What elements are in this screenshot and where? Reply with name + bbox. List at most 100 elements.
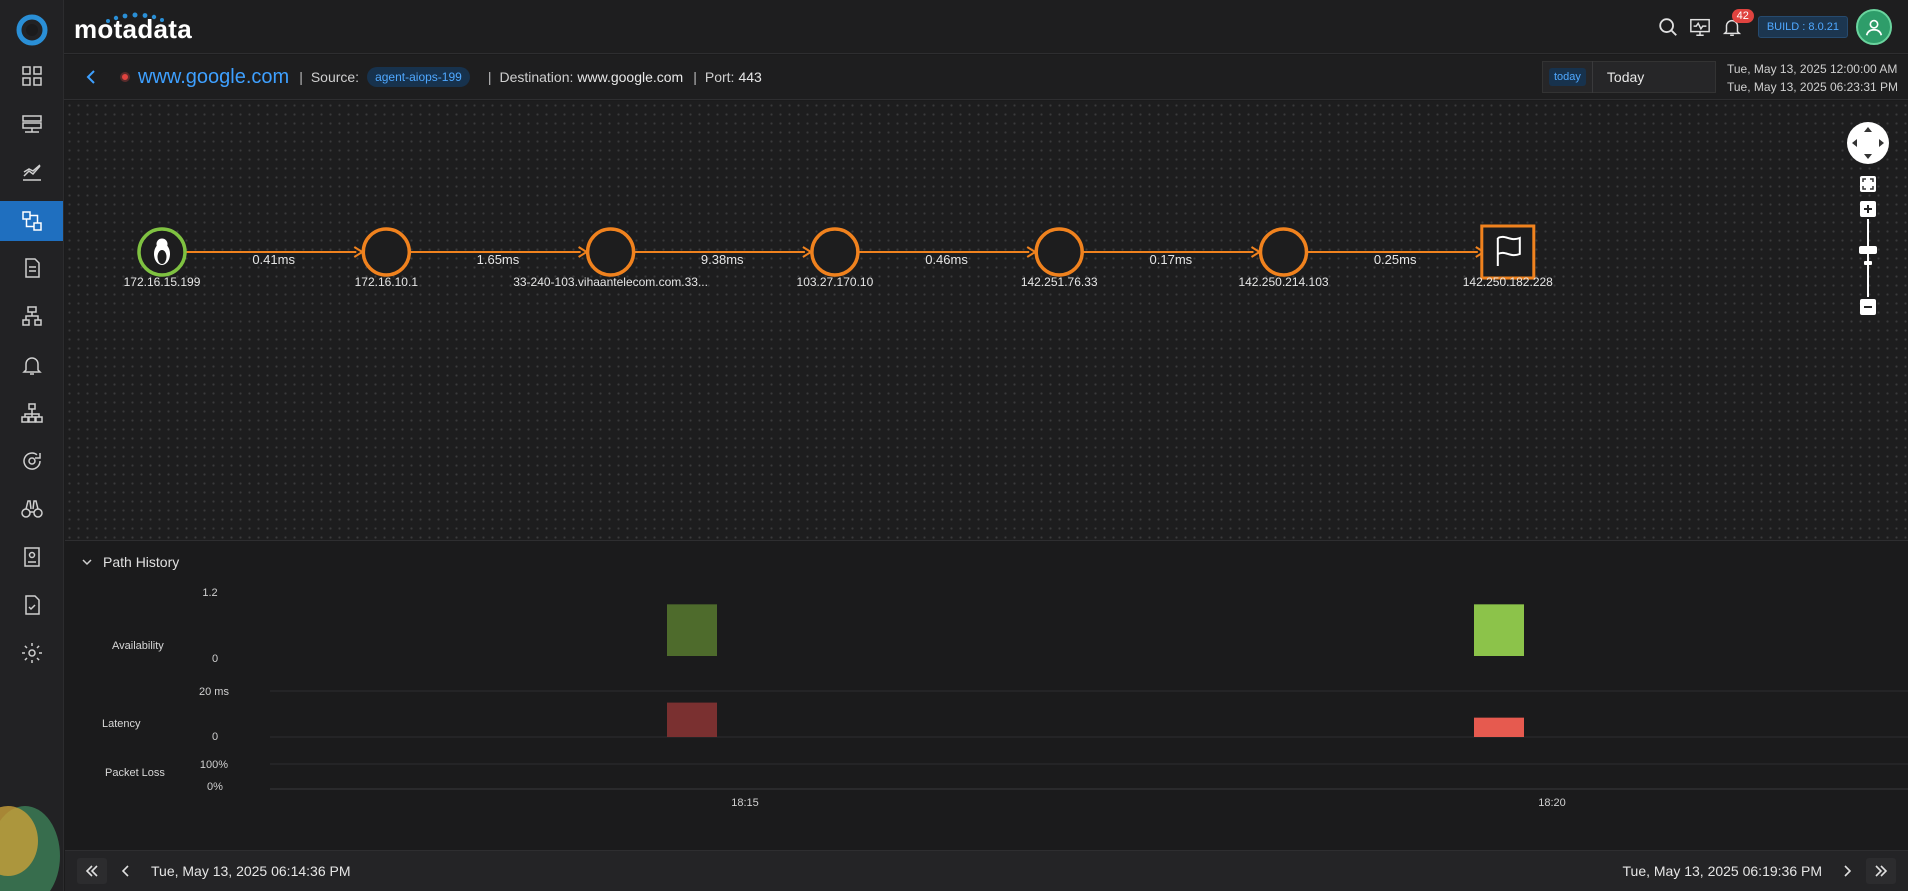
previous-button[interactable] (111, 858, 141, 884)
hop-node-hop[interactable] (1034, 227, 1084, 277)
source-agent-pill[interactable]: agent-aiops-199 (367, 67, 470, 87)
separator: | (693, 69, 697, 85)
topology-icon (21, 403, 43, 423)
chevron-left-icon (121, 865, 129, 877)
sidebar-item-metrics[interactable] (0, 152, 63, 192)
sidebar-item-settings[interactable] (0, 633, 63, 673)
path-topology-canvas[interactable]: 0.41ms 1.65ms 9.38ms 0.46ms 0.17ms 0.25ms 172.… (65, 101, 1908, 541)
timeline-start-time: Tue, May 13, 2025 06:14:36 PM (151, 863, 351, 879)
build-badge: BUILD : 8.0.21 (1757, 16, 1848, 38)
row-label-packet-loss: Packet Loss (105, 767, 165, 779)
hop-node-ring (1034, 227, 1084, 277)
checklist-icon (25, 595, 40, 615)
double-chevron-right-icon (1875, 865, 1888, 877)
loss-axis-min: 0% (207, 781, 223, 793)
time-range-values: Tue, May 13, 2025 12:00:00 AM Tue, May 1… (1727, 60, 1898, 96)
latency-bar[interactable] (1474, 717, 1524, 737)
user-avatar[interactable] (1856, 9, 1892, 45)
separator: | (299, 69, 303, 85)
zoom-track (1867, 219, 1869, 297)
sidebar-item-inventory[interactable] (0, 104, 63, 144)
report-icon (24, 547, 40, 567)
path-info-bar: www.google.com | Source: agent-aiops-199… (64, 55, 1908, 100)
header-actions: 42 BUILD : 8.0.21 (1652, 0, 1908, 54)
timeline-footer: Tue, May 13, 2025 06:14:36 PM Tue, May 1… (65, 850, 1908, 891)
path-history-chart: Availability Latency Packet Loss 1.2 0 2… (102, 587, 1908, 809)
hop-node-hop[interactable] (1258, 227, 1309, 277)
link-latency-label: 0.17ms (1150, 252, 1193, 267)
path-host-title: www.google.com (138, 65, 290, 88)
app-logo-icon[interactable] (16, 14, 48, 46)
sidebar-item-logs[interactable] (0, 248, 63, 288)
back-chevron-icon[interactable] (84, 69, 100, 85)
x-tick-1820: 18:20 (1538, 797, 1566, 809)
availability-bar[interactable] (667, 604, 717, 656)
sidebar-item-dashboard[interactable] (0, 56, 63, 96)
zoom-in-button[interactable] (1860, 201, 1876, 217)
history-bars (667, 604, 1524, 737)
notification-count-badge: 42 (1731, 9, 1754, 23)
fit-view-button[interactable] (1860, 176, 1876, 192)
sidebar-item-flow[interactable] (0, 296, 63, 336)
bell-icon (22, 357, 42, 375)
divider (1591, 61, 1593, 93)
notifications-button[interactable]: 42 (1716, 9, 1754, 43)
hop-node-hop[interactable] (585, 227, 636, 277)
zoom-controls (1847, 122, 1889, 315)
sidebar-item-reports[interactable] (0, 537, 63, 577)
sidebar-item-audit[interactable] (0, 585, 63, 625)
hop-node-ring (1258, 227, 1309, 277)
latency-bar[interactable] (667, 702, 717, 737)
row-label-latency: Latency (102, 718, 141, 730)
pan-control[interactable] (1847, 122, 1889, 164)
hop-ip-label: 172.16.15.199 (124, 275, 201, 289)
timeline-end-time: Tue, May 13, 2025 06:19:36 PM (1622, 863, 1823, 879)
linux-penguin-icon-belly (157, 250, 167, 264)
jump-last-button[interactable] (1866, 858, 1896, 884)
time-range-selector[interactable]: today Today (1542, 61, 1716, 93)
zoom-out-button[interactable] (1860, 299, 1876, 315)
sidebar-item-explorer[interactable] (0, 489, 63, 529)
double-chevron-left-icon (85, 865, 98, 877)
hop-node-destination[interactable] (1480, 224, 1536, 280)
link-latency-label: 0.25ms (1374, 252, 1417, 267)
latency-axis-min: 0 (212, 731, 218, 743)
hop-node-source[interactable] (137, 227, 187, 277)
link-latency-label: 0.41ms (252, 252, 295, 267)
zoom-slider-handle[interactable] (1859, 246, 1877, 254)
jump-first-button[interactable] (77, 858, 107, 884)
sidebar-item-alerts[interactable] (0, 345, 63, 385)
hop-node-ring (585, 227, 636, 277)
time-range-start: Tue, May 13, 2025 12:00:00 AM (1727, 62, 1898, 76)
port-label: Port: (704, 69, 735, 85)
hop-ip-label: 172.16.10.1 (355, 275, 419, 289)
brand-logo[interactable]: motadata (74, 12, 192, 45)
next-button[interactable] (1832, 858, 1862, 884)
link-latency-label: 1.65ms (477, 252, 520, 267)
port-value: 443 (738, 69, 762, 85)
availability-bar[interactable] (1474, 604, 1524, 656)
monitor-pulse-icon (1689, 18, 1710, 36)
search-button[interactable] (1652, 11, 1684, 43)
gear-icon (22, 643, 42, 663)
destination-node-box (1480, 224, 1536, 280)
hop-node-hop[interactable] (361, 227, 412, 277)
separator: | (487, 69, 492, 85)
sidebar-item-topology[interactable] (0, 393, 63, 433)
sidebar-item-automation[interactable] (0, 441, 63, 481)
hop-node-hop[interactable] (810, 227, 860, 277)
time-range-pill: today (1549, 68, 1586, 86)
hop-ip-label: 142.250.182.228 (1463, 275, 1553, 289)
sidebar-item-netroute[interactable] (0, 201, 63, 241)
binoculars-icon (21, 500, 43, 518)
avail-axis-max: 1.2 (202, 587, 217, 599)
avail-axis-min: 0 (212, 653, 218, 665)
source-label: Source: (310, 69, 360, 85)
status-indicator (120, 72, 130, 82)
row-label-availability: Availability (112, 640, 164, 652)
network-route-icon (22, 211, 42, 231)
brand-dots-icon (106, 12, 164, 23)
destination-label: Destination: (499, 69, 574, 85)
sidebar (0, 0, 64, 891)
monitor-button[interactable] (1684, 11, 1716, 43)
